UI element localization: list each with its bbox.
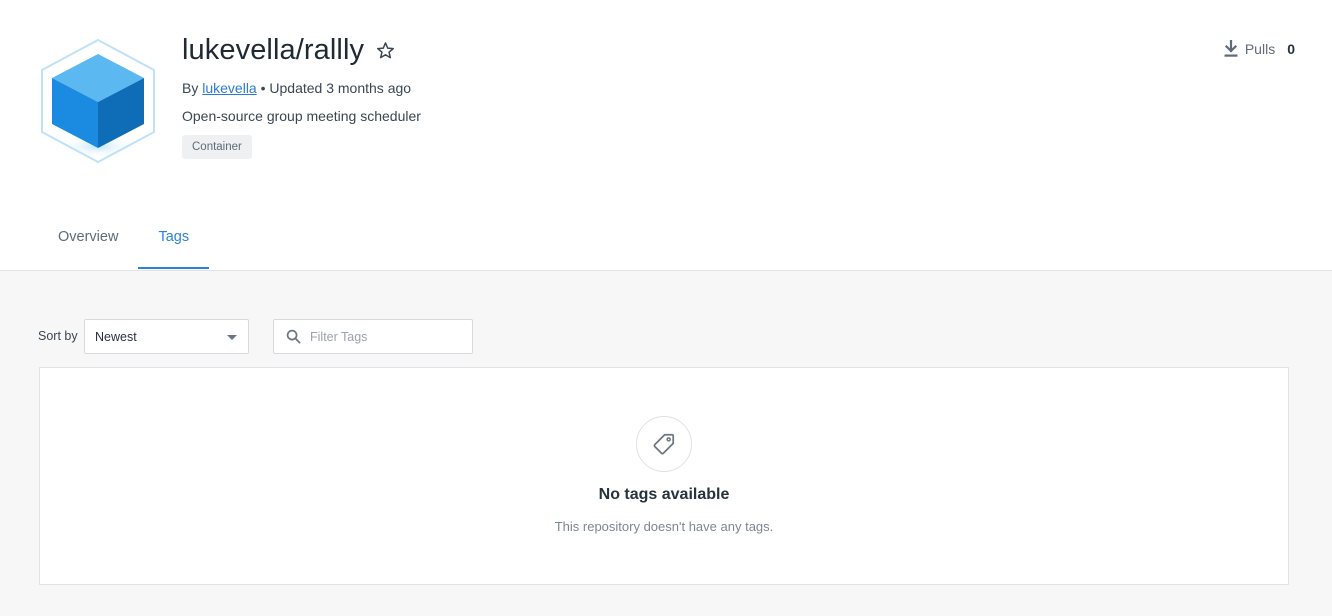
type-badge: Container xyxy=(182,135,252,159)
empty-title: No tags available xyxy=(598,486,730,503)
search-icon xyxy=(286,329,301,344)
tag-icon xyxy=(636,416,692,472)
pulls-stat: Pulls 0 xyxy=(1223,40,1295,58)
tab-bar: Overview Tags xyxy=(38,211,210,271)
filter-tags-field[interactable] xyxy=(273,319,473,354)
tags-panel: No tags available This repository doesn'… xyxy=(39,367,1289,585)
caret-down-icon xyxy=(227,335,237,340)
cube-logo-icon xyxy=(38,36,160,166)
repo-header: lukevella/rallly By lukevella • Updated … xyxy=(0,0,1332,271)
pulls-label: Pulls xyxy=(1244,41,1276,57)
sort-label: Sort by xyxy=(38,329,78,343)
byline: By lukevella • Updated 3 months ago xyxy=(182,80,411,96)
sort-select[interactable]: Newest xyxy=(84,319,249,354)
filter-tags-input[interactable] xyxy=(310,329,460,344)
pulls-count: 0 xyxy=(1287,41,1295,57)
empty-message: This repository doesn't have any tags. xyxy=(554,519,774,534)
download-icon xyxy=(1224,40,1238,57)
sort-value: Newest xyxy=(95,329,137,344)
owner-link[interactable]: lukevella xyxy=(202,80,256,96)
repo-title: lukevella/rallly xyxy=(182,34,365,66)
by-prefix: By xyxy=(182,80,199,96)
updated-text: • Updated 3 months ago xyxy=(260,80,412,96)
tab-overview[interactable]: Overview xyxy=(38,211,138,269)
star-icon[interactable] xyxy=(374,40,396,62)
repo-description: Open-source group meeting scheduler xyxy=(182,108,421,124)
tab-tags[interactable]: Tags xyxy=(138,211,210,269)
title-row: lukevella/rallly xyxy=(182,34,396,67)
